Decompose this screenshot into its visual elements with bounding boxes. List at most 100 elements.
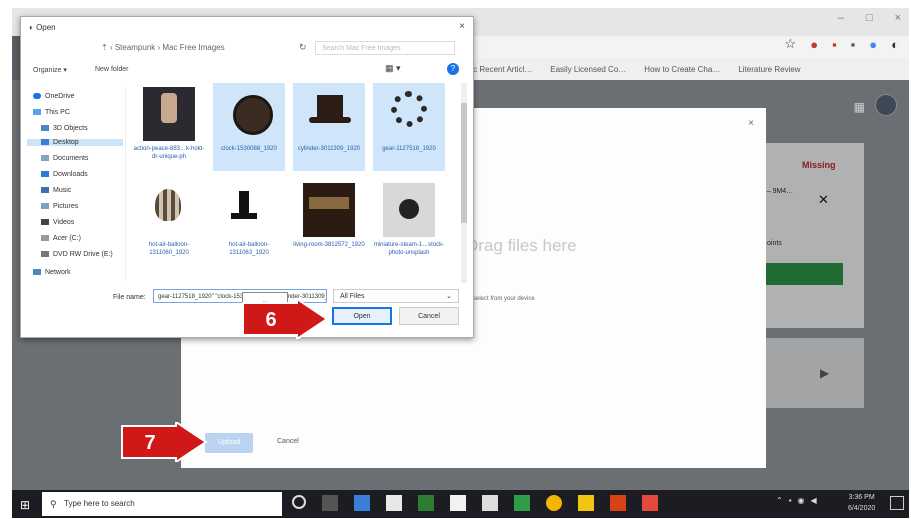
system-tray[interactable]: ⌃ ▪ ◉ ◀ [776,496,817,505]
window-controls[interactable]: – □ × [838,12,901,24]
close-icon[interactable]: × [459,21,465,32]
upload-button[interactable]: Upload [205,433,253,453]
app-icon[interactable] [610,495,626,511]
cortana-icon[interactable] [292,495,306,509]
nav-item-downloads[interactable]: Downloads [41,171,88,178]
file-item[interactable]: gear-1127518_1920 [373,83,445,171]
apps-grid-icon[interactable]: ▦ [854,100,865,114]
nav-item-3d-objects[interactable]: 3D Objects [41,125,88,132]
maximize-icon[interactable]: □ [866,12,873,24]
nav-item-pictures[interactable]: Pictures [41,203,78,210]
organize-button[interactable]: Organize ▾ [33,66,67,74]
close-icon[interactable]: × [895,12,901,24]
thumbnail [223,87,275,141]
step-number: 7 [144,432,155,454]
volume-icon[interactable]: ◀ [811,496,817,505]
nav-item-music[interactable]: Music [41,187,71,194]
help-icon[interactable]: ? [447,63,459,75]
bookmark-item[interactable]: Easily Licensed Co… [550,65,626,74]
refresh-icon[interactable]: ↻ [299,42,307,53]
file-type-select[interactable]: All Files ⌄ [333,289,459,303]
missing-label: Missing [802,160,836,170]
account-icon[interactable]: ◐ [891,37,899,52]
app-icon[interactable] [578,495,594,511]
nav-item-this-pc[interactable]: This PC [33,109,70,116]
file-name: clock-1530088_1920 [221,146,277,152]
nav-item-desktop[interactable]: Desktop [27,139,123,146]
open-button[interactable]: Open [332,307,392,325]
close-icon[interactable]: ✕ [818,192,829,208]
scrollbar-thumb[interactable] [461,103,467,223]
dialog-title: ◐ Open [29,23,56,32]
submit-button[interactable] [757,263,843,285]
app-icon[interactable] [354,495,370,511]
cancel-button[interactable]: Cancel [277,438,299,445]
search-input[interactable]: Search Mac Free Images [315,41,455,55]
drop-zone-text: Drag files here [466,236,577,255]
minimize-icon[interactable]: – [838,12,844,24]
bookmark-item[interactable]: Literature Review [738,65,800,74]
file-name: miniature-steam-1…stock-photo-unsplash [373,242,445,256]
app-icon[interactable] [418,495,434,511]
file-item[interactable]: living-room-3812572_1920 [293,179,365,267]
breadcrumb[interactable]: ⇡ › Steampunk › Mac Free Images [101,43,225,52]
file-icon[interactable] [450,495,466,511]
picture-icon [41,203,49,210]
nav-item-documents[interactable]: Documents [41,155,88,162]
file-name: gear-1127518_1920 [382,146,436,152]
store-icon[interactable] [386,495,402,511]
side-panel-lower [756,338,864,408]
chevron-up-icon[interactable]: ⌃ [776,496,783,505]
app-icon[interactable] [514,495,530,511]
file-item[interactable]: action-peace-883…k-hold-dr-unique-ph [133,83,205,171]
file-item[interactable]: hot-air-balloon-1311063_1920 [213,179,285,267]
nav-item-videos[interactable]: Videos [41,219,74,226]
nav-item-network[interactable]: Network [33,269,71,276]
chrome-icon[interactable] [546,495,562,511]
close-icon[interactable]: × [748,118,754,129]
desktop-icon [41,139,49,146]
file-item[interactable]: cylinder-3011309_1920 [293,83,365,171]
cloud-icon [33,93,41,100]
taskbar-search-input[interactable]: ⚲ Type here to search [42,492,282,516]
calculator-icon[interactable] [482,495,498,511]
cancel-button[interactable]: Cancel [399,307,459,325]
avatar[interactable] [875,94,897,116]
thumbnail [303,87,355,141]
file-item[interactable]: miniature-steam-1…stock-photo-unsplash [373,179,445,267]
extension-icon[interactable]: ● [810,37,818,52]
step-number: 6 [265,309,276,331]
play-icon[interactable]: ▶ [820,366,829,380]
extension-icon[interactable]: ● [869,37,877,52]
file-name: action-peace-883…k-hold-dr-unique-ph [133,146,205,160]
app-icon[interactable] [642,495,658,511]
scrollbar[interactable] [461,83,467,283]
nav-item-onedrive[interactable]: OneDrive [33,93,75,100]
file-name: hot-air-balloon-1311060_1920 [148,242,190,256]
task-view-icon[interactable] [322,495,338,511]
navigation-pane: OneDrive This PC 3D Objects Desktop Docu… [27,87,126,281]
file-item[interactable]: clock-1530088_1920 [213,83,285,171]
notification-icon[interactable] [890,496,904,510]
new-folder-button[interactable]: New folder [95,66,128,73]
clock[interactable]: 3:36 PM 6/4/2020 [848,492,875,514]
nav-item-drive-c[interactable]: Acer (C:) [41,235,81,242]
drive-icon [41,235,49,242]
bookmark-item[interactable]: How to Create Cha… [644,65,720,74]
view-options-icon[interactable]: ▦ ▾ [385,63,401,74]
file-item[interactable]: hot-air-balloon-1311060_1920 [133,179,205,267]
thumbnail [143,183,195,237]
app-tray-icon[interactable]: ▪ [789,496,792,505]
chevron-down-icon: ⌄ [446,293,452,300]
nav-item-dvd-drive[interactable]: DVD RW Drive (E:) [41,251,113,258]
browser-toolbar-icons: ☆ ● ▪ ▪ ● ◐ [785,36,899,52]
extension-icon[interactable]: ▪ [832,37,837,52]
step-7-callout: 7 [121,422,208,462]
select-device-text: or select from your device [466,296,535,302]
network-icon[interactable]: ◉ [798,496,805,505]
taskbar: ⊞ ⚲ Type here to search ⌃ ▪ ◉ ◀ 3:36 PM 6/… [12,490,909,518]
extension-icon[interactable]: ▪ [851,37,856,52]
star-icon[interactable]: ☆ [785,36,797,52]
network-icon [33,269,41,276]
windows-start-icon[interactable]: ⊞ [20,498,30,512]
